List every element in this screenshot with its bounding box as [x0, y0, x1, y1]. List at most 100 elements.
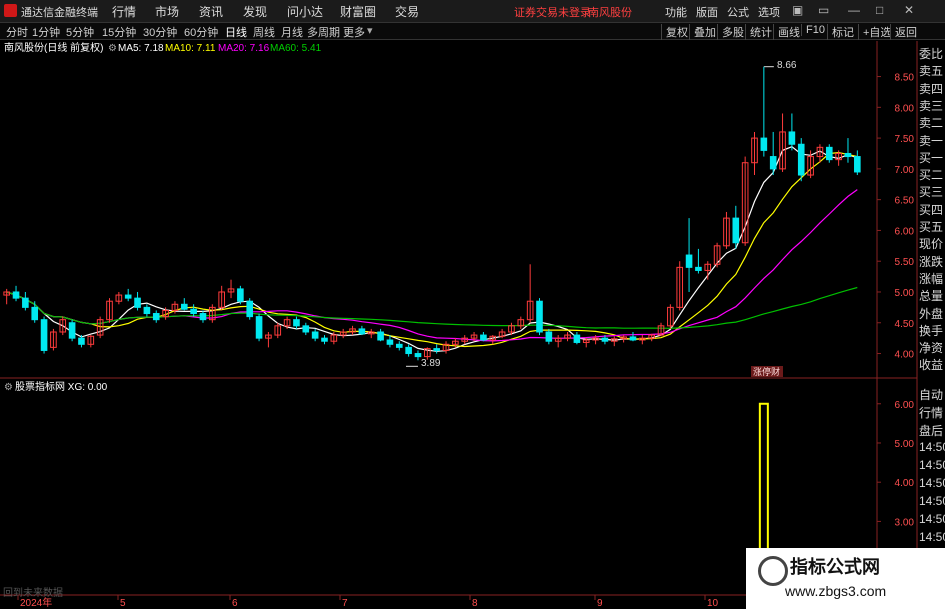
ma60-line: [6, 286, 858, 329]
minimize-icon[interactable]: —: [848, 3, 860, 17]
side-panel-item: 买五: [919, 220, 944, 234]
candle-down: [246, 300, 254, 318]
sub-legend-label: 股票指标网 XG: 0.00: [15, 380, 108, 393]
kline-chart-area[interactable]: 4.00 4.50 5.00 5.50 6.00 6.50 7.00 7.50 8.00 8.50…: [0, 40, 945, 609]
maximize-icon[interactable]: □: [876, 3, 883, 17]
login-status[interactable]: 证券交易未登录: [514, 4, 591, 20]
tool-back[interactable]: 返回: [890, 24, 917, 40]
candle-down: [545, 331, 553, 342]
period-15min[interactable]: 15分钟: [102, 24, 136, 40]
period-more[interactable]: 更多: [343, 24, 365, 40]
side-panel-lower-item: 14:50: [919, 530, 945, 544]
side-panel-item: 总量: [919, 289, 944, 304]
side-panel-lower-item: 14:50: [919, 440, 945, 454]
menu-formula[interactable]: 公式: [727, 4, 749, 20]
menu-trade[interactable]: 交易: [395, 3, 419, 20]
period-30min[interactable]: 30分钟: [143, 24, 177, 40]
candle-down: [695, 266, 702, 271]
date-axis-label: 6: [232, 598, 238, 609]
menu-wealth[interactable]: 财富圈: [340, 3, 376, 20]
date-axis-label: 5: [120, 598, 126, 609]
side-panel-lower-item: 14:50: [919, 458, 945, 472]
price-axis-label: 5.50: [895, 257, 915, 268]
candle-down: [433, 348, 440, 351]
candle-down: [237, 288, 244, 302]
menu-news[interactable]: 资讯: [199, 3, 223, 20]
candle-down: [199, 313, 207, 321]
candle-down: [124, 294, 132, 299]
side-panel-item: 买二: [919, 168, 944, 183]
menu-market[interactable]: 市场: [155, 3, 179, 20]
candle-down: [601, 337, 609, 342]
period-5min[interactable]: 5分钟: [66, 24, 94, 40]
main-legend-label: 南风股份(日线 前复权): [4, 41, 103, 54]
period-60min[interactable]: 60分钟: [184, 24, 218, 40]
limit-up-tag: 涨停财: [753, 366, 780, 377]
period-tick[interactable]: 分时: [6, 24, 28, 40]
period-1min[interactable]: 1分钟: [32, 24, 60, 40]
candle-down: [685, 254, 693, 268]
indicator-axis-label: 3.00: [895, 517, 915, 528]
date-axis-label: 10: [707, 598, 719, 609]
candle-down: [629, 336, 637, 341]
candle-down: [536, 300, 543, 333]
side-panel-item: 委比: [919, 47, 944, 61]
tool-f10[interactable]: F10: [801, 24, 825, 36]
ma20-line: [6, 189, 858, 342]
period-monthly[interactable]: 月线: [281, 24, 303, 40]
restore-icon[interactable]: ▭: [818, 3, 829, 17]
legend-ma60: MA60: 5.41: [270, 43, 322, 54]
candle-down: [854, 156, 861, 173]
price-axis-label: 6.50: [895, 196, 915, 207]
candle-down: [573, 334, 581, 343]
candle-down: [302, 325, 310, 333]
app-title: 通达信金融终端: [21, 7, 98, 19]
legend-ma5: MA5: 7.18: [118, 43, 164, 54]
side-panel-lower-item: 14:50: [919, 476, 945, 490]
candle-down: [40, 319, 48, 351]
menu-function[interactable]: 功能: [665, 4, 687, 20]
menu-discover[interactable]: 发现: [243, 3, 267, 20]
current-stock: 南风股份: [588, 7, 632, 19]
side-panel-lower-item: 行情: [919, 406, 944, 420]
price-axis-label: 5.00: [895, 288, 915, 299]
menu-layout[interactable]: 版面: [696, 4, 718, 20]
period-multi[interactable]: 多周期: [307, 24, 340, 40]
title-bar: 通达信金融终端 行情 市场 资讯 发现 问小达 财富圈 交易 证券交易未登录 南…: [0, 0, 945, 23]
candle-down: [143, 306, 151, 315]
candle-down: [405, 346, 412, 355]
side-panel-lower-item: 14:50: [919, 512, 945, 526]
tool-add-favorite[interactable]: +自选: [858, 24, 891, 40]
watermark-url: www.zbgs3.com: [785, 583, 887, 599]
candle-down: [358, 328, 366, 335]
side-panel-item: 买三: [919, 185, 944, 200]
close-icon[interactable]: ✕: [904, 3, 914, 17]
tool-draw[interactable]: 画线: [773, 24, 800, 40]
tool-stats[interactable]: 统计: [745, 24, 772, 40]
tool-adjust[interactable]: 复权: [661, 24, 688, 40]
watermark-title: 指标公式网: [790, 557, 880, 577]
legend-ma10: MA10: 7.11: [165, 43, 216, 54]
tool-overlay[interactable]: 叠加: [689, 24, 716, 40]
candle-down: [797, 143, 805, 176]
menu-quotes[interactable]: 行情: [112, 3, 136, 20]
candle-down: [395, 343, 403, 348]
candle-down: [386, 339, 394, 345]
period-daily[interactable]: 日线: [225, 24, 247, 40]
tool-multi-stock[interactable]: 多股: [717, 24, 744, 40]
main-legend-gear-icon[interactable]: ⚙: [108, 43, 117, 54]
menu-ask[interactable]: 问小达: [287, 3, 323, 20]
menu-options[interactable]: 选项: [758, 4, 780, 20]
candle-down: [12, 291, 20, 299]
sub-legend-gear-icon[interactable]: ⚙: [4, 382, 13, 393]
more-dropdown-icon[interactable]: ▾: [367, 24, 373, 37]
side-panel-item: 卖一: [919, 133, 944, 148]
tool-mark[interactable]: 标记: [827, 24, 854, 40]
period-weekly[interactable]: 周线: [253, 24, 275, 40]
skin-icon[interactable]: ▣: [792, 3, 803, 17]
candle-down: [311, 331, 319, 339]
side-panel-item: 卖二: [919, 116, 944, 131]
candle-down: [31, 306, 39, 321]
side-panel-lower-item: 盘后: [919, 424, 944, 438]
candle-down: [769, 156, 777, 170]
